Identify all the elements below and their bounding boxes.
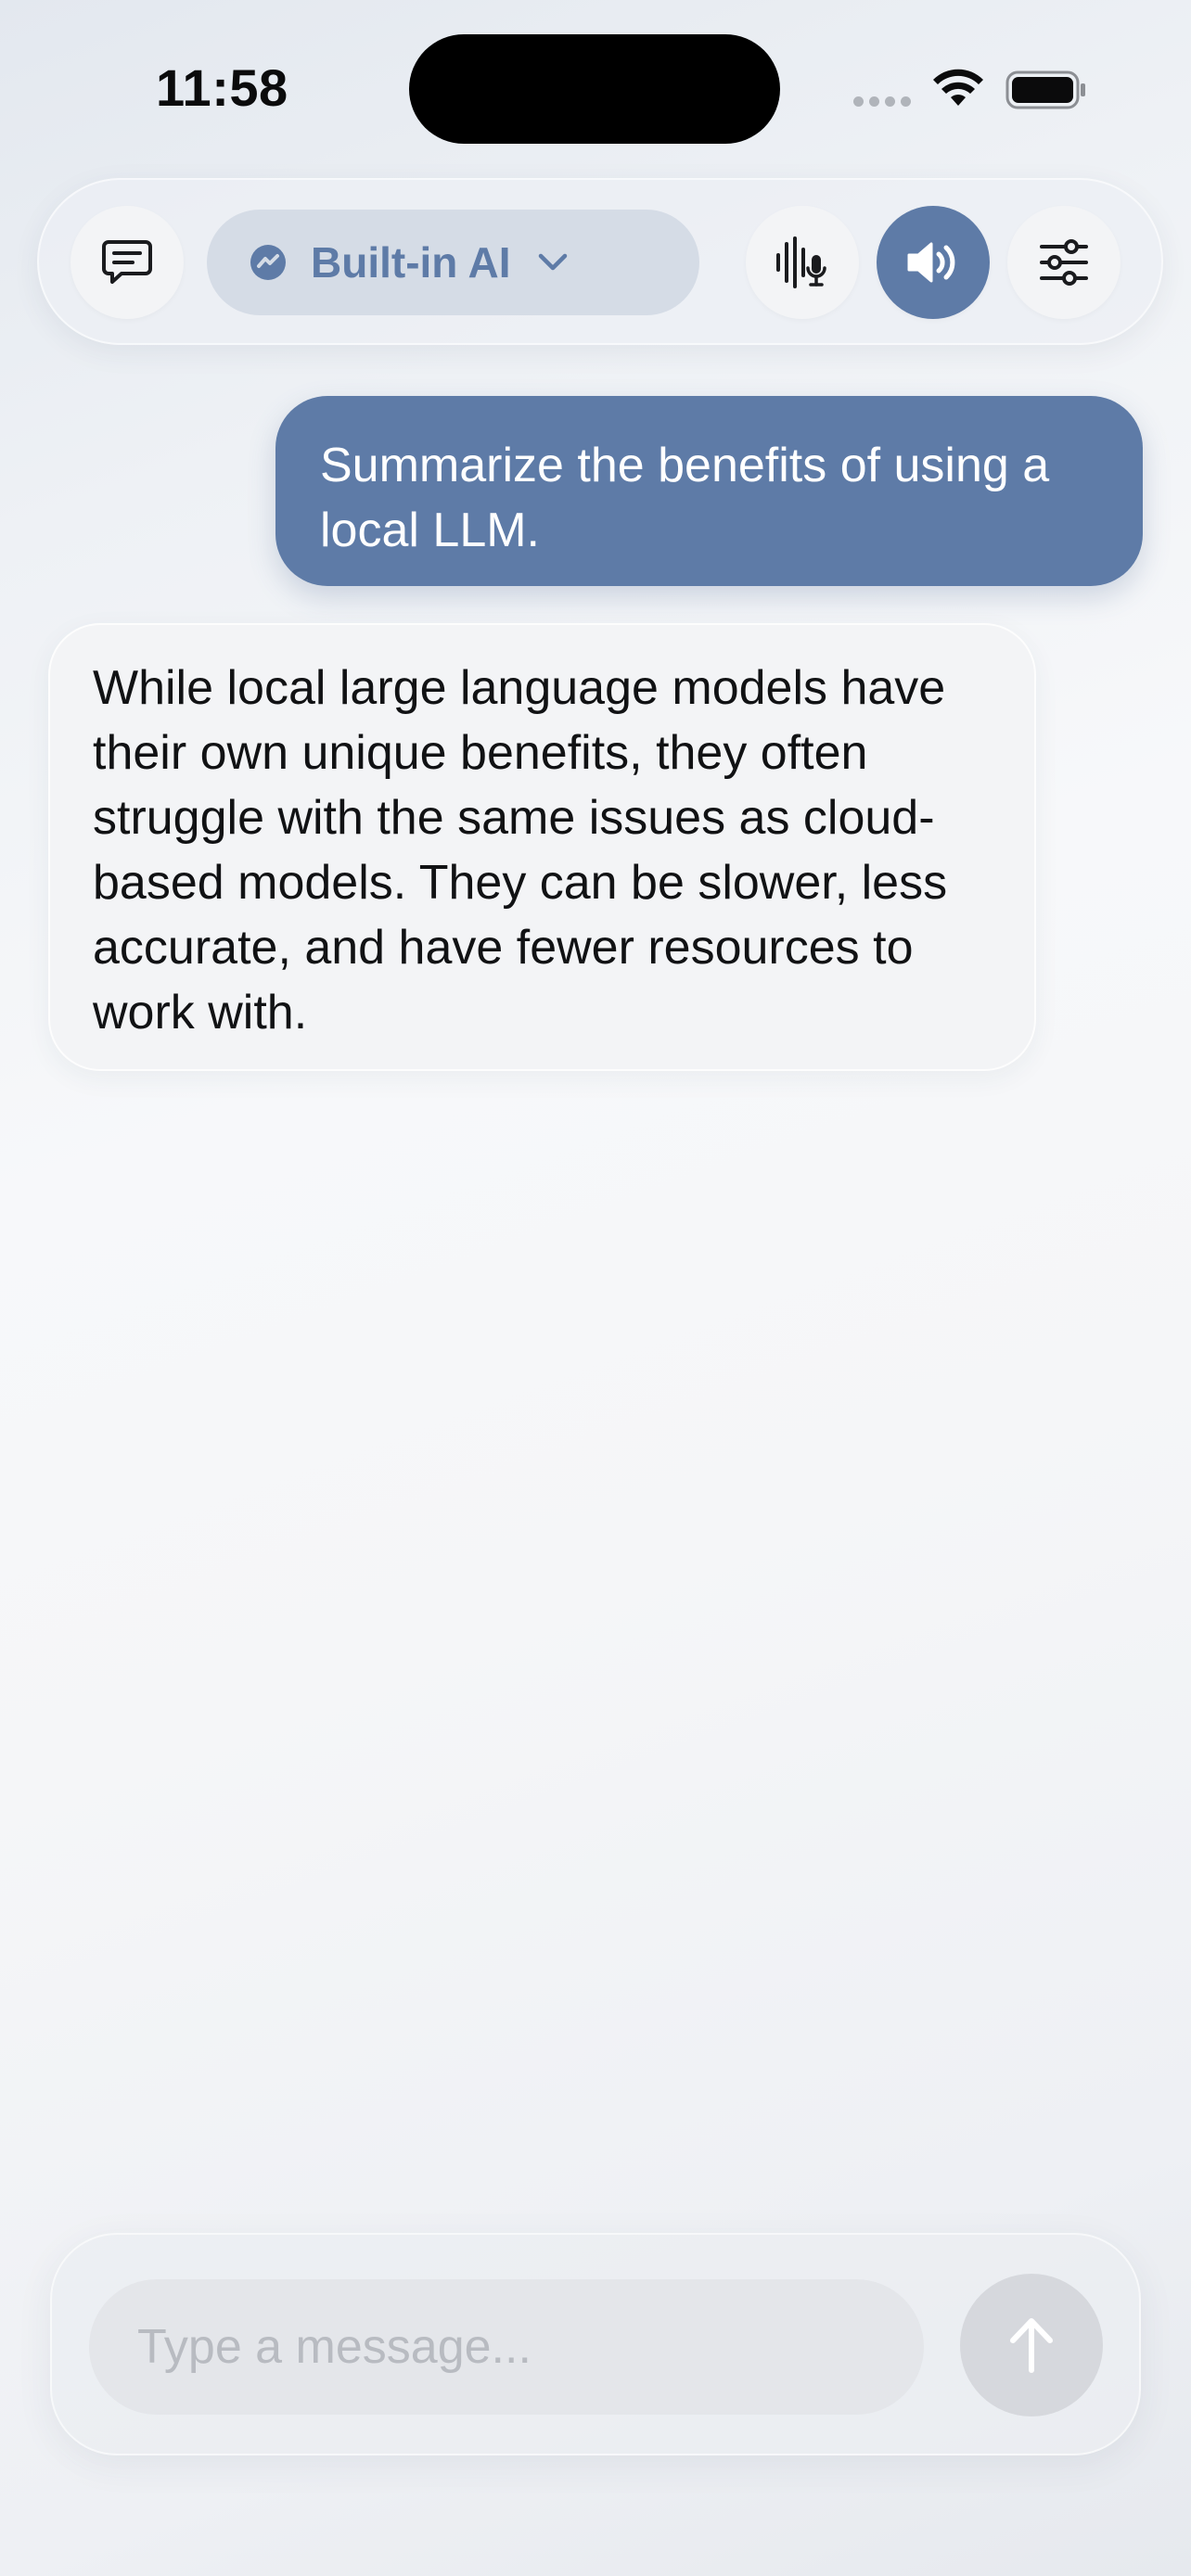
assistant-message-bubble: While local large language models have t… bbox=[48, 623, 1036, 1071]
model-logo-icon bbox=[250, 245, 286, 280]
status-time: 11:58 bbox=[156, 58, 288, 117]
chat-bubble-icon bbox=[102, 240, 152, 284]
cellular-signal-icon bbox=[853, 96, 913, 108]
send-button[interactable] bbox=[960, 2274, 1103, 2417]
settings-button[interactable] bbox=[1007, 206, 1121, 319]
wifi-icon bbox=[933, 69, 983, 106]
sliders-icon bbox=[1040, 239, 1088, 286]
conversations-button[interactable] bbox=[70, 206, 184, 319]
battery-icon bbox=[1005, 70, 1085, 109]
dynamic-island bbox=[409, 34, 780, 144]
voice-input-button[interactable] bbox=[746, 206, 859, 319]
model-selector-label: Built-in AI bbox=[311, 238, 511, 287]
arrow-up-icon bbox=[1010, 2318, 1053, 2373]
speaker-toggle-button[interactable] bbox=[877, 206, 990, 319]
assistant-message-text: While local large language models have t… bbox=[93, 661, 948, 1039]
user-message-text: Summarize the benefits of using a local … bbox=[320, 439, 1050, 557]
model-selector[interactable]: Built-in AI bbox=[207, 210, 699, 315]
message-input[interactable] bbox=[89, 2279, 924, 2415]
chevron-down-icon bbox=[539, 253, 568, 271]
voice-waveform-mic-icon bbox=[776, 236, 826, 288]
speaker-icon bbox=[907, 242, 955, 283]
status-bar: 11:58 bbox=[0, 0, 1191, 176]
user-message-bubble: Summarize the benefits of using a local … bbox=[275, 396, 1143, 586]
